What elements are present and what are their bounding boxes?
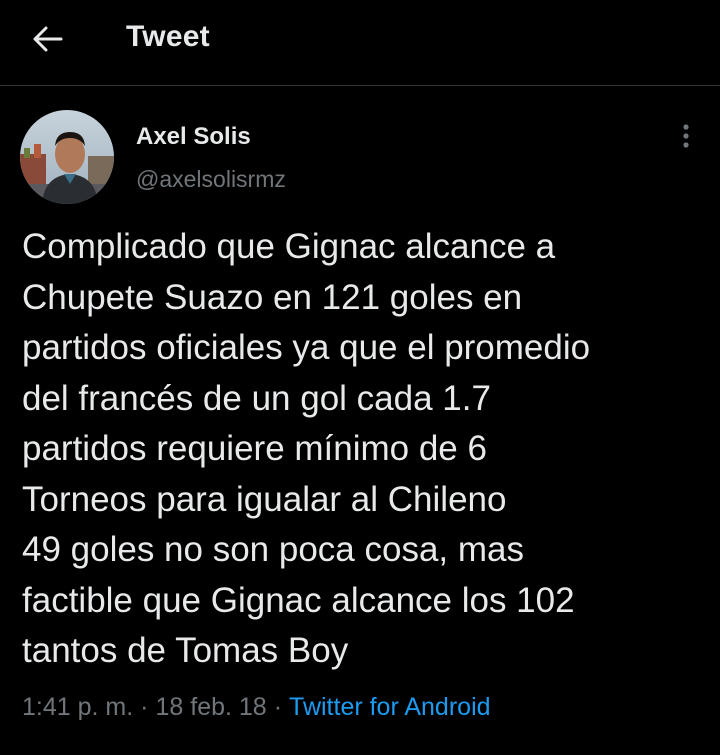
- tweet-meta: 1:41 p. m. · 18 feb. 18 · Twitter for Androi…: [22, 693, 491, 722]
- tweet-time: 1:41 p. m.: [22, 693, 134, 721]
- tweet-source-link[interactable]: Twitter for Android: [289, 693, 490, 721]
- arrow-left-icon: [33, 26, 63, 52]
- meta-separator: ·: [140, 693, 149, 721]
- meta-separator: ·: [273, 693, 283, 721]
- page-title: Tweet: [126, 20, 210, 53]
- more-button[interactable]: [668, 120, 704, 156]
- tweet-date: 18 feb. 18: [155, 693, 267, 721]
- more-vertical-icon: [682, 123, 690, 154]
- author-display-name[interactable]: Axel Solis: [136, 123, 251, 151]
- author-handle[interactable]: @axelsolisrmz: [136, 166, 286, 193]
- top-bar: Tweet: [0, 0, 720, 86]
- back-button[interactable]: [22, 16, 74, 62]
- avatar[interactable]: [20, 110, 114, 204]
- tweet-text: Complicado que Gignac alcance a Chupete …: [22, 227, 591, 670]
